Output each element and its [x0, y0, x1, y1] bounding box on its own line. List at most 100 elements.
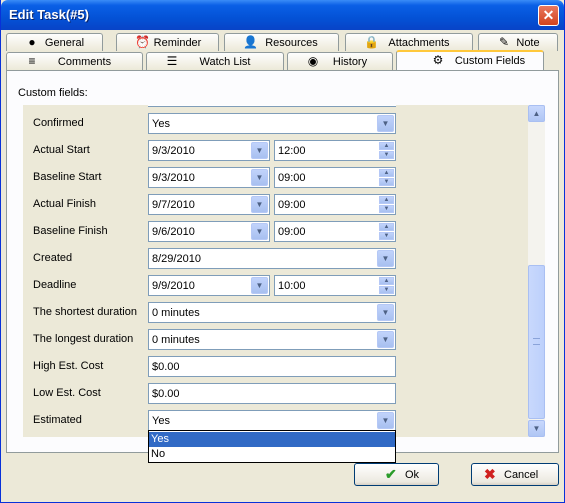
edit-task-dialog: Edit Task(#5) ✕ ● General ⏰ Reminder 👤 R… — [0, 0, 565, 503]
tab-attachments[interactable]: 🔒 Attachments — [345, 33, 473, 51]
tab-watch-list[interactable]: ☰ Watch List — [146, 52, 284, 70]
baseline-start-date[interactable]: 9/3/2010 ▼ — [148, 167, 270, 188]
chevron-down-icon[interactable]: ▼ — [251, 196, 268, 213]
actual-finish-time[interactable]: 09:00 ▲ ▼ — [274, 194, 396, 215]
ok-button[interactable]: ✔ Ok — [354, 463, 439, 486]
field-label: The longest duration — [33, 333, 134, 345]
estimated-dropdown-list: Yes No — [148, 430, 396, 463]
tab-label: Watch List — [199, 56, 251, 68]
field-row-longest-duration: The longest duration 0 minutes ▼ — [23, 326, 529, 353]
spin-down-icon[interactable]: ▼ — [379, 151, 394, 159]
field-row-baseline-start: Baseline Start 9/3/2010 ▼ 09:00 ▲ ▼ — [23, 164, 529, 191]
deadline-date[interactable]: 9/9/2010 ▼ — [148, 275, 270, 296]
field-value: $0.00 — [152, 361, 180, 373]
custom-fields-grid: Confirmed Yes ▼ Actual Start 9/3/2010 ▼ … — [23, 105, 529, 437]
field-value: Yes — [152, 118, 170, 130]
field-row-actual-finish: Actual Finish 9/7/2010 ▼ 09:00 ▲ ▼ — [23, 191, 529, 218]
check-icon: ✔ — [385, 466, 397, 482]
dropdown-option-no[interactable]: No — [149, 447, 395, 462]
chevron-down-icon[interactable]: ▼ — [251, 277, 268, 294]
tab-label: Resources — [265, 37, 318, 49]
time-spinner[interactable]: ▲ ▼ — [379, 196, 394, 213]
title-bar[interactable]: Edit Task(#5) ✕ — [1, 0, 564, 30]
tab-label: History — [332, 56, 368, 68]
spin-down-icon[interactable]: ▼ — [379, 286, 394, 294]
field-row-created: Created 8/29/2010 ▼ — [23, 245, 529, 272]
grip-icon — [533, 338, 540, 345]
time-spinner[interactable]: ▲ ▼ — [379, 223, 394, 240]
dropdown-option-yes[interactable]: Yes — [149, 432, 395, 447]
chevron-down-icon[interactable]: ▼ — [251, 169, 268, 186]
high-est-cost-input[interactable]: $0.00 — [148, 356, 396, 377]
chevron-down-icon[interactable]: ▼ — [377, 250, 394, 267]
window-title: Edit Task(#5) — [9, 7, 89, 22]
tab-label: Attachments — [388, 37, 450, 49]
cancel-button[interactable]: ✖ Cancel — [471, 463, 559, 486]
chevron-down-icon[interactable]: ▼ — [251, 142, 268, 159]
tab-label: Custom Fields — [454, 55, 526, 67]
field-value: $0.00 — [152, 388, 180, 400]
field-label: Deadline — [33, 279, 77, 291]
time-spinner[interactable]: ▲ ▼ — [379, 169, 394, 186]
baseline-finish-time[interactable]: 09:00 ▲ ▼ — [274, 221, 396, 242]
tab-resources[interactable]: 👤 Resources — [224, 33, 339, 51]
grid-scrollbar[interactable]: ▲ ▼ — [528, 105, 545, 437]
spin-up-icon[interactable]: ▲ — [379, 142, 394, 150]
actual-finish-date[interactable]: 9/7/2010 ▼ — [148, 194, 270, 215]
field-label: Baseline Finish — [33, 225, 108, 237]
spin-up-icon[interactable]: ▲ — [379, 196, 394, 204]
field-row-actual-start: Actual Start 9/3/2010 ▼ 12:00 ▲ ▼ — [23, 137, 529, 164]
ok-label: Ok — [405, 469, 420, 481]
scroll-up-icon[interactable]: ▲ — [528, 105, 545, 122]
field-row-confirmed: Confirmed Yes ▼ — [23, 110, 529, 137]
estimated-select[interactable]: Yes ▼ — [148, 410, 396, 431]
field-label: Created — [33, 252, 73, 264]
chevron-down-icon[interactable]: ▼ — [377, 115, 394, 132]
tab-reminder[interactable]: ⏰ Reminder — [116, 33, 219, 51]
tab-label: Comments — [57, 56, 112, 68]
baseline-finish-date[interactable]: 9/6/2010 ▼ — [148, 221, 270, 242]
tab-custom-fields[interactable]: ⚙ Custom Fields — [396, 50, 544, 71]
panel-caption: Custom fields: — [18, 87, 88, 99]
spin-down-icon[interactable]: ▼ — [379, 205, 394, 213]
spin-up-icon[interactable]: ▲ — [379, 277, 394, 285]
tab-comments[interactable]: ≡ Comments — [6, 52, 143, 70]
close-icon: ✕ — [542, 7, 555, 23]
close-button[interactable]: ✕ — [538, 5, 559, 26]
confirmed-select[interactable]: Yes ▼ — [148, 113, 396, 134]
scroll-thumb[interactable] — [528, 265, 545, 419]
chevron-down-icon[interactable]: ▼ — [251, 223, 268, 240]
spin-down-icon[interactable]: ▼ — [379, 232, 394, 240]
spin-up-icon[interactable]: ▲ — [379, 223, 394, 231]
field-value: 9/3/2010 — [152, 172, 195, 184]
actual-start-time[interactable]: 12:00 ▲ ▼ — [274, 140, 396, 161]
deadline-time[interactable]: 10:00 ▲ ▼ — [274, 275, 396, 296]
spin-down-icon[interactable]: ▼ — [379, 178, 394, 186]
chevron-down-icon[interactable]: ▼ — [377, 412, 394, 429]
tab-label: Reminder — [153, 37, 202, 49]
field-row-high-est-cost: High Est. Cost $0.00 — [23, 353, 529, 380]
tab-general[interactable]: ● General — [6, 33, 103, 51]
field-label: Actual Finish — [33, 198, 96, 210]
longest-duration-select[interactable]: 0 minutes ▼ — [148, 329, 396, 350]
spin-up-icon[interactable]: ▲ — [379, 169, 394, 177]
time-spinner[interactable]: ▲ ▼ — [379, 277, 394, 294]
low-est-cost-input[interactable]: $0.00 — [148, 383, 396, 404]
field-row-low-est-cost: Low Est. Cost $0.00 — [23, 380, 529, 407]
tab-history[interactable]: ◉ History — [287, 52, 393, 70]
tab-note[interactable]: ✎ Note — [478, 33, 558, 51]
grid-top-edge — [148, 105, 396, 107]
time-spinner[interactable]: ▲ ▼ — [379, 142, 394, 159]
chevron-down-icon[interactable]: ▼ — [377, 304, 394, 321]
field-value: 0 minutes — [152, 307, 200, 319]
chevron-down-icon[interactable]: ▼ — [377, 331, 394, 348]
field-label: Actual Start — [33, 144, 90, 156]
created-select[interactable]: 8/29/2010 ▼ — [148, 248, 396, 269]
baseline-start-time[interactable]: 09:00 ▲ ▼ — [274, 167, 396, 188]
shortest-duration-select[interactable]: 0 minutes ▼ — [148, 302, 396, 323]
field-value: 09:00 — [278, 199, 306, 211]
scroll-down-icon[interactable]: ▼ — [528, 420, 545, 437]
field-value: 12:00 — [278, 145, 306, 157]
field-value: 09:00 — [278, 226, 306, 238]
actual-start-date[interactable]: 9/3/2010 ▼ — [148, 140, 270, 161]
